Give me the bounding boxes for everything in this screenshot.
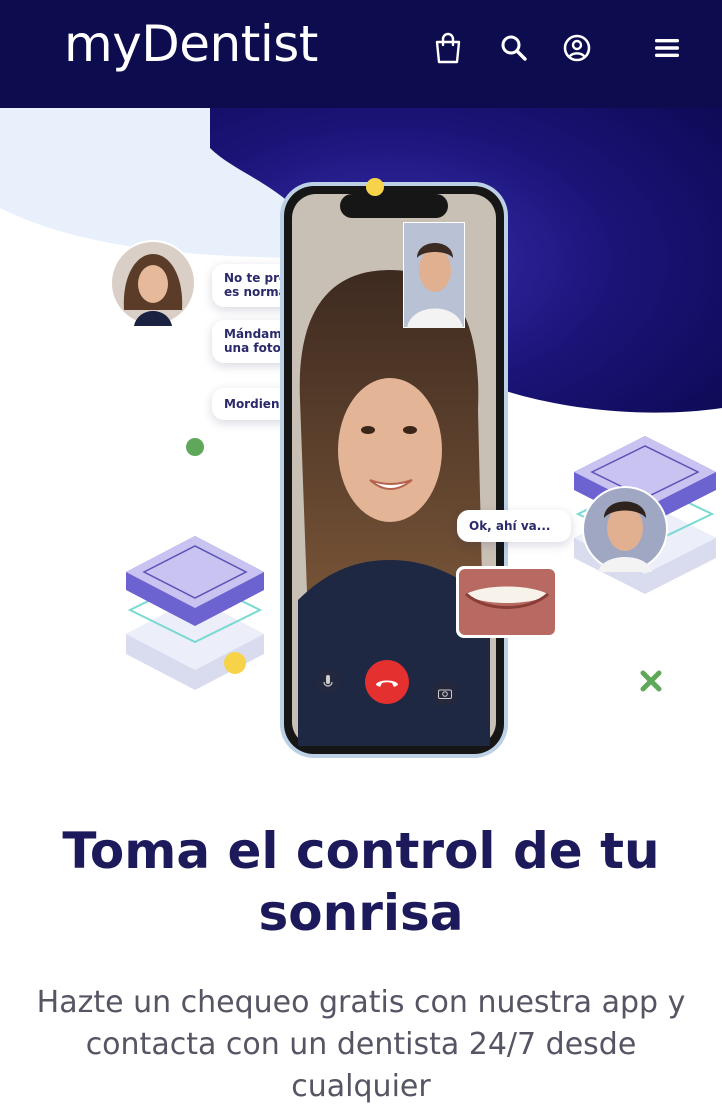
shopping-bag-icon[interactable] — [430, 30, 466, 66]
layered-platform-left — [126, 536, 264, 690]
dentist-avatar — [110, 240, 196, 326]
hang-up-icon — [376, 680, 398, 687]
decor-dot — [186, 438, 204, 456]
decor-cross — [640, 670, 662, 692]
camera-icon[interactable] — [432, 680, 458, 706]
patient-avatar — [582, 486, 668, 572]
teeth-photo — [456, 566, 558, 638]
search-icon[interactable] — [496, 30, 532, 66]
microphone-icon[interactable] — [316, 670, 340, 694]
mydentist-logo[interactable]: myDentist — [64, 14, 318, 74]
hero-subtitle: Hazte un chequeo gratis con nuestra app … — [36, 985, 686, 1104]
hero-illustration: No te preocupes, es normal Mándame una f… — [0, 108, 722, 770]
patient-self-view — [403, 222, 465, 328]
menu-icon[interactable] — [649, 30, 685, 66]
decor-dot — [224, 652, 246, 674]
hero-title: Toma el control de tu sonrisa — [62, 822, 660, 942]
top-navbar: myDentist — [0, 0, 722, 108]
chat-bubble: Ok, ahí va... — [457, 510, 571, 543]
account-icon[interactable] — [559, 30, 595, 66]
end-call-button[interactable] — [365, 660, 409, 704]
decor-dot — [366, 178, 384, 196]
